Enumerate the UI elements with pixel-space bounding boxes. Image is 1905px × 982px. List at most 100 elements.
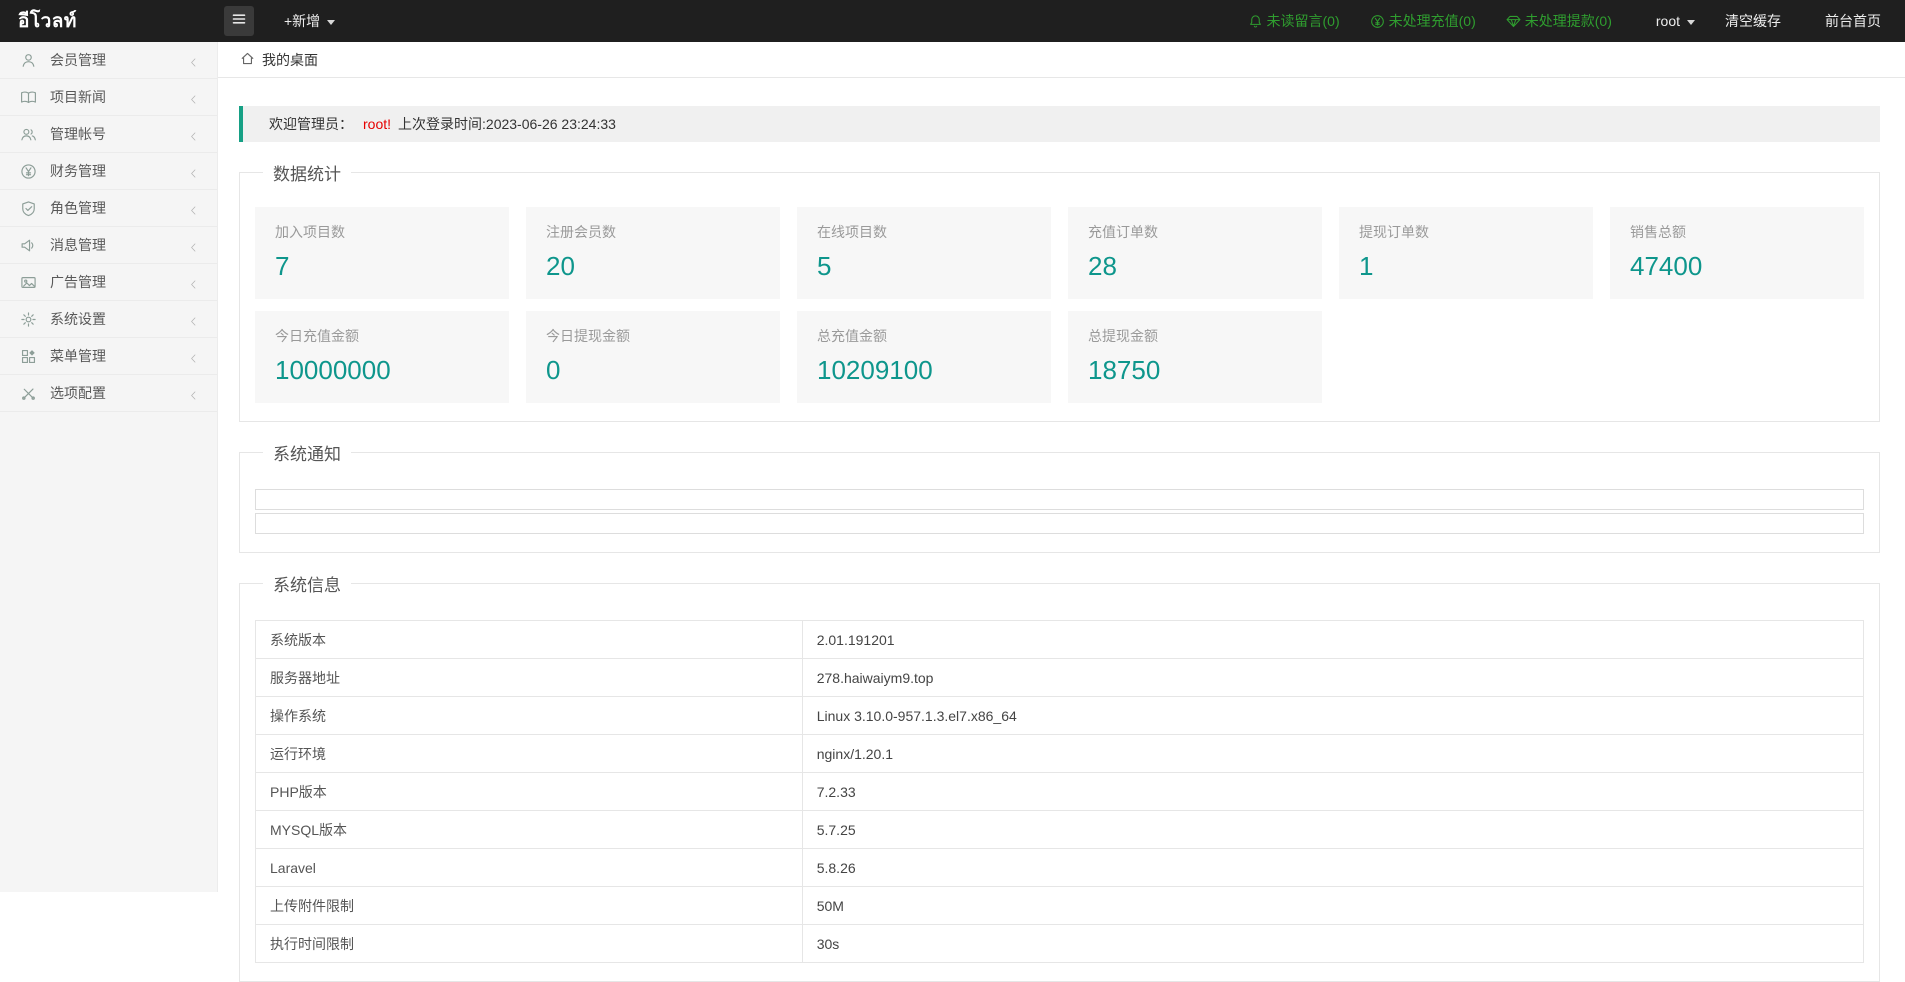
welcome-prefix: 欢迎管理员： <box>269 114 353 134</box>
sidebar-item-account[interactable]: 管理帐号 <box>0 116 217 153</box>
sysinfo-panel-title: 系统信息 <box>263 571 351 596</box>
stat-card-label: 今日充值金额 <box>275 326 489 346</box>
sidebar-item-message[interactable]: 消息管理 <box>0 227 217 264</box>
sysinfo-table-body: 系统版本2.01.191201服务器地址278.haiwaiym9.top操作系… <box>256 621 1864 963</box>
sidebar-item-menu[interactable]: 菜单管理 <box>0 338 217 375</box>
sidebar-item-label: 角色管理 <box>50 198 106 218</box>
sysinfo-row-label: 执行时间限制 <box>256 925 803 963</box>
add-new-button[interactable]: +新增 <box>284 11 335 31</box>
stat-card: 注册会员数20 <box>526 207 780 299</box>
caret-down-icon <box>327 20 335 29</box>
sysinfo-row-value: 5.8.26 <box>802 849 1863 887</box>
user-menu[interactable]: root <box>1656 13 1695 29</box>
sysinfo-row-label: 服务器地址 <box>256 659 803 697</box>
welcome-lastlogin: 上次登录时间:2023-06-26 23:24:33 <box>398 114 616 134</box>
page-content: 欢迎管理员： root! 上次登录时间:2023-06-26 23:24:33 … <box>218 78 1905 982</box>
stat-card: 加入项目数 7 <box>255 207 509 299</box>
stat-card: 今日提现金额0 <box>526 311 780 403</box>
chevron-left-icon <box>188 166 199 177</box>
tools-icon <box>20 385 37 402</box>
chevron-left-icon <box>188 388 199 399</box>
welcome-username: root! <box>363 116 391 132</box>
stat-card-label: 总充值金额 <box>817 326 1031 346</box>
sidebar-item-news[interactable]: 项目新闻 <box>0 79 217 116</box>
image-icon <box>20 274 37 291</box>
stat-card: 充值订单数 28 <box>1068 207 1322 299</box>
sidebar-item-label: 管理帐号 <box>50 124 106 144</box>
stat-card: 提现订单数1 <box>1339 207 1593 299</box>
notice-row <box>255 489 1864 510</box>
stats-cards: 加入项目数 7 注册会员数20在线项目数5 充值订单数 28 提现订单数1销售总额4740… <box>255 207 1864 403</box>
stat-card-value: 28 <box>1088 251 1302 282</box>
stat-card: 在线项目数5 <box>797 207 1051 299</box>
sidebar-item-label: 广告管理 <box>50 272 106 292</box>
notification-label: 未读留言(0) <box>1267 11 1340 31</box>
sidebar-item-system[interactable]: 系统设置 <box>0 301 217 338</box>
sysinfo-row-value: 30s <box>802 925 1863 963</box>
notice-panel-title: 系统通知 <box>263 440 351 465</box>
shield-check-icon <box>20 200 37 217</box>
home-icon <box>240 51 255 69</box>
sysinfo-row-value: 50M <box>802 887 1863 925</box>
clear-cache-link[interactable]: 清空缓存 <box>1725 11 1781 31</box>
sysinfo-row: 执行时间限制30s <box>256 925 1864 963</box>
sysinfo-row-label: PHP版本 <box>256 773 803 811</box>
speaker-icon <box>20 237 37 254</box>
sysinfo-row: 上传附件限制50M <box>256 887 1864 925</box>
top-header: อีโวลท์ +新增 未读留言(0) 未处理充值(0) 未处理提款(0) root… <box>0 0 1905 42</box>
unread-messages-link[interactable]: 未读留言(0) <box>1248 11 1340 31</box>
sidebar-item-finance[interactable]: 财务管理 <box>0 153 217 190</box>
stat-card-label: 总提现金额 <box>1088 326 1302 346</box>
chevron-left-icon <box>188 55 199 66</box>
header-right-group: 未读留言(0) 未处理充值(0) 未处理提款(0) root 清空缓存 前台首页 <box>1248 11 1905 31</box>
app-logo: อีโวลท์ <box>0 6 218 36</box>
stat-card-label: 加入项目数 <box>275 222 489 242</box>
sysinfo-row: PHP版本7.2.33 <box>256 773 1864 811</box>
sidebar-item-ad[interactable]: 广告管理 <box>0 264 217 301</box>
sidebar-item-label: 系统设置 <box>50 309 106 329</box>
sidebar-item-role[interactable]: 角色管理 <box>0 190 217 227</box>
stat-card-value: 7 <box>275 251 489 282</box>
stats-panel-title: 数据统计 <box>263 160 351 185</box>
stat-card-label: 销售总额 <box>1630 222 1844 242</box>
yen-coin-icon <box>1370 14 1385 29</box>
bell-icon <box>1248 14 1263 29</box>
chevron-left-icon <box>188 351 199 362</box>
book-icon <box>20 89 37 106</box>
sidebar-item-label: 菜单管理 <box>50 346 106 366</box>
pending-recharge-link[interactable]: 未处理充值(0) <box>1370 11 1476 31</box>
sysinfo-row-label: 上传附件限制 <box>256 887 803 925</box>
sysinfo-row: Laravel5.8.26 <box>256 849 1864 887</box>
sysinfo-row: 操作系统Linux 3.10.0-957.1.3.el7.x86_64 <box>256 697 1864 735</box>
sysinfo-row-value: Linux 3.10.0-957.1.3.el7.x86_64 <box>802 697 1863 735</box>
gear-icon <box>20 311 37 328</box>
stat-card-value: 20 <box>546 251 760 282</box>
sidebar-item-label: 选项配置 <box>50 383 106 403</box>
stat-card-value: 18750 <box>1088 355 1302 386</box>
sidebar-item-member[interactable]: 会员管理 <box>0 42 217 79</box>
sidebar-toggle-button[interactable] <box>224 6 254 36</box>
stat-card: 总充值金额 10209100 <box>797 311 1051 403</box>
stat-card-label: 充值订单数 <box>1088 222 1302 242</box>
sysinfo-row: MYSQL版本5.7.25 <box>256 811 1864 849</box>
main-area: 我的桌面 欢迎管理员： root! 上次登录时间:2023-06-26 23:2… <box>218 42 1905 892</box>
sidebar-item-label: 消息管理 <box>50 235 106 255</box>
users-icon <box>20 126 37 143</box>
stat-card-value: 10209100 <box>817 355 1031 386</box>
stats-panel: 数据统计 加入项目数7注册会员数20在线项目数5充值订单数28提现订单数1销售总… <box>239 160 1880 422</box>
sidebar-item-option[interactable]: 选项配置 <box>0 375 217 412</box>
chevron-left-icon <box>188 129 199 140</box>
stat-card-value: 10000000 <box>275 355 489 386</box>
sysinfo-row-value: nginx/1.20.1 <box>802 735 1863 773</box>
chevron-left-icon <box>188 240 199 251</box>
yen-coin-icon <box>20 163 37 180</box>
notice-row <box>255 513 1864 534</box>
pending-withdraw-link[interactable]: 未处理提款(0) <box>1506 11 1612 31</box>
stat-card-value: 0 <box>546 355 760 386</box>
stat-card: 销售总额47400 <box>1610 207 1864 299</box>
breadcrumb-label[interactable]: 我的桌面 <box>262 50 318 70</box>
welcome-banner: 欢迎管理员： root! 上次登录时间:2023-06-26 23:24:33 <box>239 106 1880 142</box>
breadcrumb: 我的桌面 <box>218 42 1905 78</box>
stat-card-label: 在线项目数 <box>817 222 1031 242</box>
front-home-link[interactable]: 前台首页 <box>1825 11 1881 31</box>
